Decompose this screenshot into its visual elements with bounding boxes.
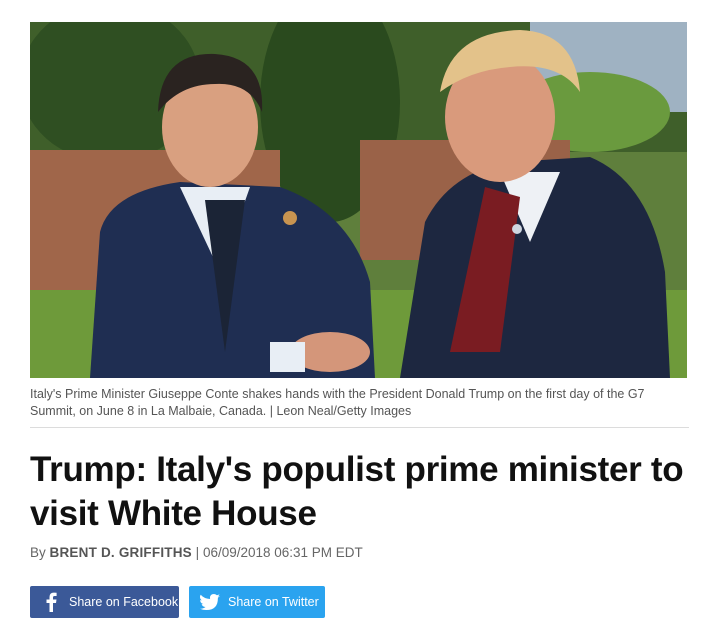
byline-prefix: By bbox=[30, 545, 46, 560]
byline-author[interactable]: BRENT D. GRIFFITHS bbox=[50, 545, 192, 560]
article-headline: Trump: Italy's populist prime minister t… bbox=[30, 450, 684, 533]
byline-separator: | bbox=[195, 545, 200, 560]
handshake-photo bbox=[30, 22, 687, 378]
photo-caption: Italy's Prime Minister Giuseppe Conte sh… bbox=[30, 387, 645, 418]
byline: By BRENT D. GRIFFITHS | 06/09/2018 06:31… bbox=[30, 545, 363, 560]
article-photo bbox=[30, 22, 687, 378]
share-twitter-button[interactable]: Share on Twitter bbox=[189, 586, 325, 618]
share-twitter-label: Share on Twitter bbox=[228, 595, 319, 609]
twitter-icon bbox=[200, 592, 220, 612]
share-facebook-label: Share on Facebook bbox=[69, 595, 179, 609]
divider bbox=[30, 427, 689, 428]
share-facebook-button[interactable]: Share on Facebook bbox=[30, 586, 179, 618]
facebook-icon bbox=[41, 592, 61, 612]
byline-datetime: 06/09/2018 06:31 PM EDT bbox=[202, 545, 363, 560]
